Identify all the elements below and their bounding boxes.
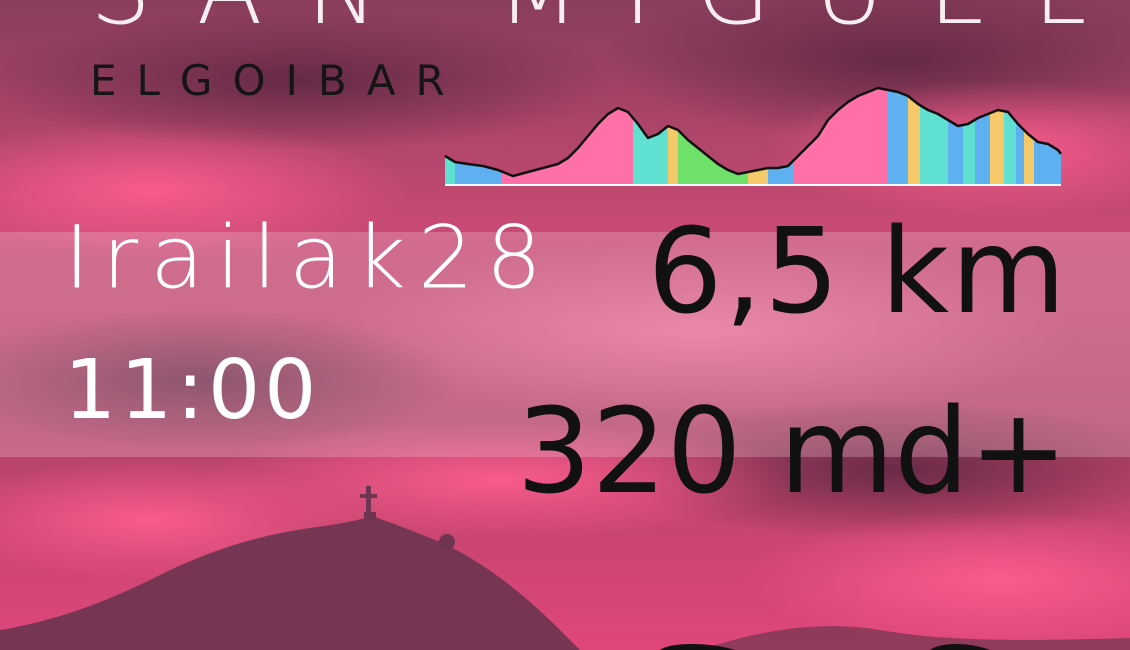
event-poster: SAN MIGUEL ELGOIBAR [0,0,1130,650]
event-date: Irailak28 [64,207,554,308]
event-title: SAN MIGUEL [90,0,1130,38]
event-distance: 6,5 km [647,202,1068,340]
bottom-logo-fragment [660,644,990,650]
event-elevation-gain: 320 md+ [516,382,1068,520]
event-location: ELGOIBAR [90,56,465,105]
cross-icon [360,486,377,520]
event-time: 11:00 [64,343,321,438]
elevation-profile [444,86,1062,186]
